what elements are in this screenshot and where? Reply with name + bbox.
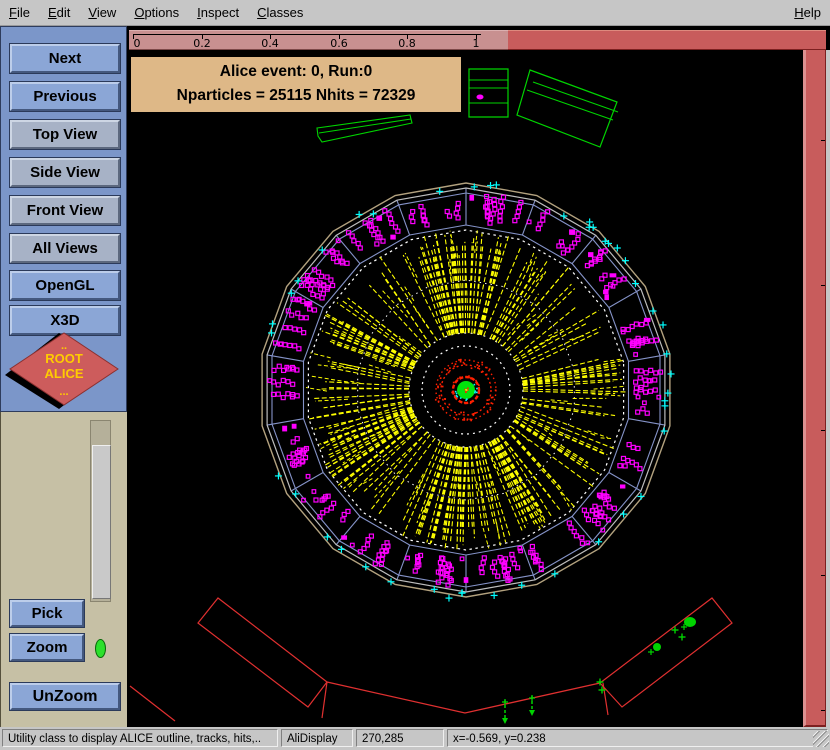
horizontal-ruler[interactable]: 0 0.2 0.4 0.6 0.8 1 [129,30,508,50]
ruler-label: 0.2 [193,37,211,50]
status-description: Utility class to display ALICE outline, … [2,729,278,747]
top-view-button[interactable]: Top View [10,120,120,149]
slider-tick [821,575,825,576]
event-info-box: Alice event: 0, Run:0 Nparticles = 25115… [131,57,461,112]
ruler-label: 0 [134,37,141,50]
menu-file[interactable]: File [0,3,39,22]
ruler-label: 0.6 [330,37,348,50]
logo-alice-text: ALICE [45,366,84,381]
menu-view[interactable]: View [79,3,125,22]
slider-tick [821,140,825,141]
unzoom-button[interactable]: UnZoom [10,683,120,710]
slider-tick [821,430,825,431]
ruler-label: 0.8 [398,37,416,50]
menu-edit[interactable]: Edit [39,3,79,22]
menu-options[interactable]: Options [125,3,188,22]
event-display-canvas[interactable] [127,26,830,727]
front-view-button[interactable]: Front View [10,196,120,225]
zoom-mode-led [95,639,106,658]
root-alice-logo: .. ROOT ALICE ... [3,327,126,411]
all-views-button[interactable]: All Views [10,234,120,263]
menubar: File Edit View Options Inspect Classes H… [0,0,830,26]
status-world-coords: x=-0.569, y=0.238 [447,729,828,747]
opengl-button[interactable]: OpenGL [10,271,120,300]
ruler-label: 1 [473,37,480,50]
slider-tick [821,285,825,286]
window-right-edge [826,50,830,727]
sidebar-scrollbar-thumb[interactable] [92,445,111,599]
logo-dots-bottom: ... [59,386,68,398]
event-display-area: 0 0.2 0.4 0.6 0.8 1 Alice event: 0, Run:… [127,26,830,727]
sidebar: Next Previous Top View Side View Front V… [0,26,127,727]
menu-classes[interactable]: Classes [248,3,312,22]
zoom-button[interactable]: Zoom [10,634,84,661]
slider-tick [821,710,825,711]
pick-button[interactable]: Pick [10,600,84,627]
side-view-button[interactable]: Side View [10,158,120,187]
ruler-label: 0.4 [261,37,279,50]
resize-grip[interactable] [813,731,829,747]
next-button[interactable]: Next [10,44,120,73]
sidebar-scrollbar[interactable] [90,420,111,602]
menu-help[interactable]: Help [785,3,830,22]
sidebar-tool-panel: Pick Zoom UnZoom [0,412,127,727]
logo-root-text: ROOT [45,351,83,366]
menu-inspect[interactable]: Inspect [188,3,248,22]
status-pixel-coords: 270,285 [356,729,444,747]
ruler-axis-line [133,34,481,35]
event-info-line2: Nparticles = 25115 Nhits = 72329 [131,87,461,105]
previous-button[interactable]: Previous [10,82,120,111]
horizontal-slider[interactable] [508,30,826,50]
vertical-slider[interactable] [803,50,826,727]
status-class-name: AliDisplay [281,729,353,747]
sidebar-nav-panel: Next Previous Top View Side View Front V… [0,26,127,412]
event-info-line1: Alice event: 0, Run:0 [131,63,461,81]
statusbar: Utility class to display ALICE outline, … [0,727,830,750]
